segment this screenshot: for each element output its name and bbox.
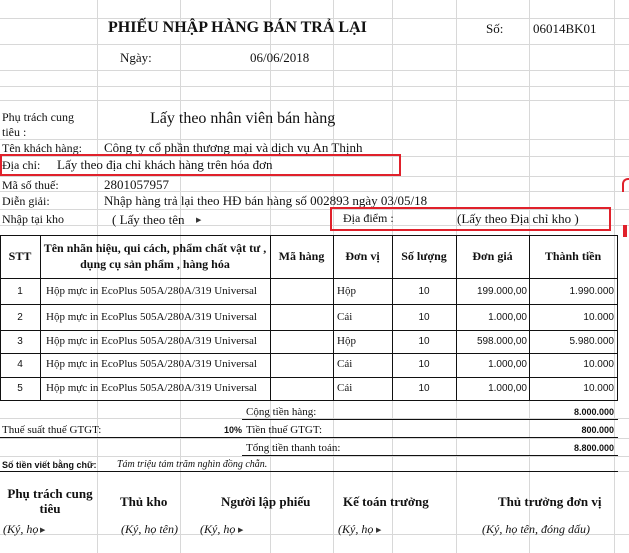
row-don-gia: 1.000,00: [488, 359, 527, 370]
row-thanh-tien: 5.980.000: [569, 336, 615, 347]
ngay-label: Ngày:: [120, 50, 152, 65]
phu-trach-value: Lấy theo nhân viên bán hàng: [150, 110, 336, 127]
ma-so-thue-value: 2801057957: [104, 177, 169, 192]
row-don-vi: Hộp: [337, 335, 356, 347]
sig-sub-1: (Ký, họ: [3, 522, 39, 536]
row-don-vi: Cái: [337, 311, 353, 323]
row-ten: Hộp mực in EcoPlus 505A/280A/319 Univers…: [46, 358, 257, 370]
row-stt: 2: [17, 312, 23, 323]
overflow-arrow-icon: ▶: [376, 526, 382, 534]
nhap-kho-label: Nhập tại kho: [2, 212, 64, 226]
row-so-luong: 10: [418, 383, 430, 394]
row-so-luong: 10: [418, 286, 430, 297]
header-ma-hang: Mã hàng: [278, 249, 325, 263]
header-stt: STT: [8, 249, 32, 263]
sig-thu-truong: Thủ trưởng đơn vị: [498, 494, 602, 509]
sig-sub-5: (Ký, họ tên, đóng dấu): [482, 522, 590, 536]
row-don-gia: 1.000,00: [488, 383, 527, 394]
sig-sub-3: (Ký, họ: [200, 522, 236, 536]
totals-divider-4: [0, 471, 618, 472]
bang-chu-value: Tám triệu tám trăm nghìn đồng chẵn.: [117, 459, 268, 470]
sig-phu-trach-2: tiêu: [39, 501, 61, 516]
tong-tien-label: Tổng tiền thanh toán:: [246, 442, 341, 454]
cong-tien-value: 8.000.000: [573, 407, 614, 417]
header-ten-line1: Tên nhãn hiệu, qui cách, phẩm chất vật t…: [43, 241, 267, 255]
so-label: Số:: [486, 21, 504, 36]
row-don-gia: 199.000,00: [476, 286, 527, 297]
row-thanh-tien: 10.000: [583, 383, 614, 394]
header-don-gia: Đơn giá: [472, 249, 513, 263]
sig-sub-4: (Ký, họ: [338, 522, 374, 536]
row-stt: 3: [17, 336, 23, 347]
row-ten: Hộp mực in EcoPlus 505A/280A/319 Univers…: [46, 335, 257, 347]
red-mark-2: [623, 225, 627, 237]
dien-giai-label: Diễn giải:: [2, 194, 50, 208]
row-stt: 1: [17, 286, 23, 297]
totals-divider-3: [242, 455, 618, 456]
ma-so-thue-label: Mã số thuế:: [2, 178, 59, 192]
row-so-luong: 10: [418, 312, 430, 323]
overflow-arrow-icon: ▶: [40, 526, 46, 534]
overflow-arrow-icon: ▶: [196, 216, 202, 224]
row-thanh-tien: 10.000: [583, 312, 614, 323]
phu-trach-label-2: tiêu :: [2, 125, 27, 139]
sig-sub-2: (Ký, họ tên): [121, 522, 178, 536]
thue-suat-value: 10%: [223, 425, 242, 435]
row-don-gia: 598.000,00: [476, 336, 527, 347]
totals-divider-2: [0, 437, 618, 438]
document-title: PHIẾU NHẬP HÀNG BÁN TRẢ LẠI: [108, 19, 367, 36]
row-ten: Hộp mực in EcoPlus 505A/280A/319 Univers…: [46, 382, 257, 394]
so-value: 06014BK01: [533, 21, 597, 36]
red-mark: [622, 178, 629, 192]
nhap-kho-value: ( Lấy theo tên: [112, 212, 185, 227]
bang-chu-label: Số tiền viết bằng chữ:: [2, 460, 97, 470]
header-ten-line2: dụng cụ sản phẩm , hàng hóa: [80, 257, 230, 271]
tien-thue-label: Tiền thuế GTGT:: [246, 424, 323, 436]
row-thanh-tien: 1.990.000: [569, 286, 615, 297]
header-thanh-tien: Thành tiền: [544, 249, 602, 263]
row-don-gia: 1.000,00: [488, 312, 527, 323]
totals-divider: [242, 419, 618, 420]
dia-diem-label: Địa điểm :: [343, 211, 394, 225]
sig-thu-kho: Thủ kho: [120, 494, 168, 509]
row-stt: 4: [17, 359, 23, 370]
row-ten: Hộp mực in EcoPlus 505A/280A/319 Univers…: [46, 311, 257, 323]
sig-ke-toan: Kế toán trưởng: [343, 494, 429, 509]
sig-nguoi-lap: Người lập phiếu: [221, 494, 311, 509]
dia-chi-label: Địa chỉ:: [2, 158, 41, 172]
header-so-luong: Số lượng: [401, 249, 447, 263]
tien-thue-value: 800.000: [581, 425, 614, 435]
row-stt: 5: [17, 383, 23, 394]
row-don-vi: Cái: [337, 358, 353, 370]
header-don-vi: Đơn vị: [345, 249, 380, 263]
dia-chi-value: Lấy theo địa chỉ khách hàng trên hóa đơn: [57, 157, 273, 172]
row-so-luong: 10: [418, 336, 430, 347]
dia-diem-value: (Lấy theo Địa chỉ kho ): [457, 211, 579, 226]
row-thanh-tien: 10.000: [583, 359, 614, 370]
tong-tien-value: 8.800.000: [573, 443, 614, 453]
overflow-arrow-icon: ▶: [238, 526, 244, 534]
thue-suat-label: Thuế suất thuế GTGT:: [2, 424, 102, 436]
phu-trach-label-1: Phụ trách cung: [2, 110, 74, 124]
sig-phu-trach-1: Phụ trách cung: [7, 486, 93, 501]
ngay-value: 06/06/2018: [250, 50, 310, 65]
row-ten: Hộp mực in EcoPlus 505A/280A/319 Univers…: [46, 285, 257, 297]
cong-tien-label: Cộng tiền hàng:: [246, 406, 317, 418]
row-don-vi: Cái: [337, 382, 353, 394]
row-don-vi: Hộp: [337, 285, 356, 297]
row-so-luong: 10: [418, 359, 430, 370]
